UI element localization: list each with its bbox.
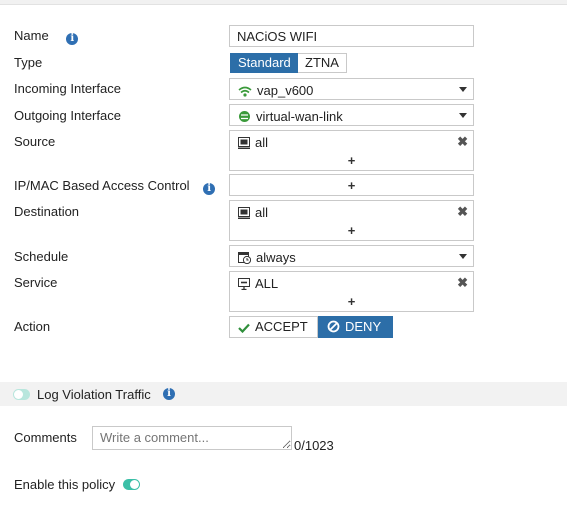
comment-counter: 0/1023 [294,438,334,453]
incoming-interface-label: Incoming Interface [14,81,121,96]
add-destination-button[interactable]: + [230,223,473,238]
action-label: Action [14,319,51,334]
chevron-down-icon [459,87,467,92]
toggle-knob [130,480,139,489]
service-field[interactable]: ALL ✖ + [229,271,474,312]
comments-label: Comments [14,430,77,445]
outgoing-interface-value: virtual-wan-link [256,109,343,124]
name-label: Name [14,28,49,43]
deny-icon [327,320,340,333]
sdwan-icon [239,111,250,122]
address-icon [238,137,250,149]
info-icon[interactable]: i [163,388,175,400]
service-value: ALL [255,276,279,291]
chevron-down-icon [459,113,467,118]
outgoing-interface-label: Outgoing Interface [14,108,121,123]
info-icon[interactable]: i [203,183,216,195]
remove-icon[interactable]: ✖ [457,134,468,150]
ipmac-field[interactable]: + [229,174,474,196]
schedule-value: always [256,250,296,265]
check-icon [238,323,250,333]
source-value: all [255,135,269,150]
deny-label: DENY [345,319,382,334]
action-accept-button[interactable]: ACCEPT [229,316,318,338]
ipmac-row-label: IP/MAC Based Access Control i [14,178,216,195]
schedule-label: Schedule [14,249,69,264]
comments-textarea[interactable] [92,426,292,450]
incoming-interface-select[interactable]: vap_v600 [229,78,474,100]
name-row-label: Name i [14,28,79,45]
type-standard-button[interactable]: Standard [230,53,299,73]
destination-value: all [255,205,269,220]
add-service-button[interactable]: + [230,294,473,309]
add-source-button[interactable]: + [230,153,473,168]
type-ztna-button[interactable]: ZTNA [298,53,347,73]
info-icon[interactable]: i [66,33,79,45]
ipmac-label: IP/MAC Based Access Control [14,178,190,193]
service-icon [238,278,250,290]
wifi-interface-icon [238,86,252,97]
destination-label: Destination [14,204,80,219]
schedule-select[interactable]: always [229,245,474,267]
log-violation-toggle[interactable] [13,389,30,400]
destination-field[interactable]: all ✖ + [229,200,474,241]
add-ipmac-button[interactable]: + [230,178,473,193]
schedule-icon [238,252,251,264]
type-label: Type [14,55,43,70]
outgoing-interface-select[interactable]: virtual-wan-link [229,104,474,126]
incoming-interface-value: vap_v600 [257,83,314,98]
name-input[interactable] [229,25,474,47]
top-divider [0,0,567,5]
enable-policy-label: Enable this policy [14,477,116,492]
log-violation-label: Log Violation Traffic [37,387,151,402]
source-label: Source [14,134,56,149]
action-deny-button[interactable]: DENY [318,316,393,338]
toggle-knob [14,390,23,399]
remove-icon[interactable]: ✖ [457,275,468,291]
log-violation-section: Log Violation Traffic i [0,382,567,406]
address-icon [238,207,250,219]
accept-label: ACCEPT [255,319,308,334]
chevron-down-icon [459,254,467,259]
enable-policy-toggle[interactable] [123,479,140,490]
source-field[interactable]: all ✖ + [229,130,474,171]
service-label: Service [14,275,58,290]
remove-icon[interactable]: ✖ [457,204,468,220]
